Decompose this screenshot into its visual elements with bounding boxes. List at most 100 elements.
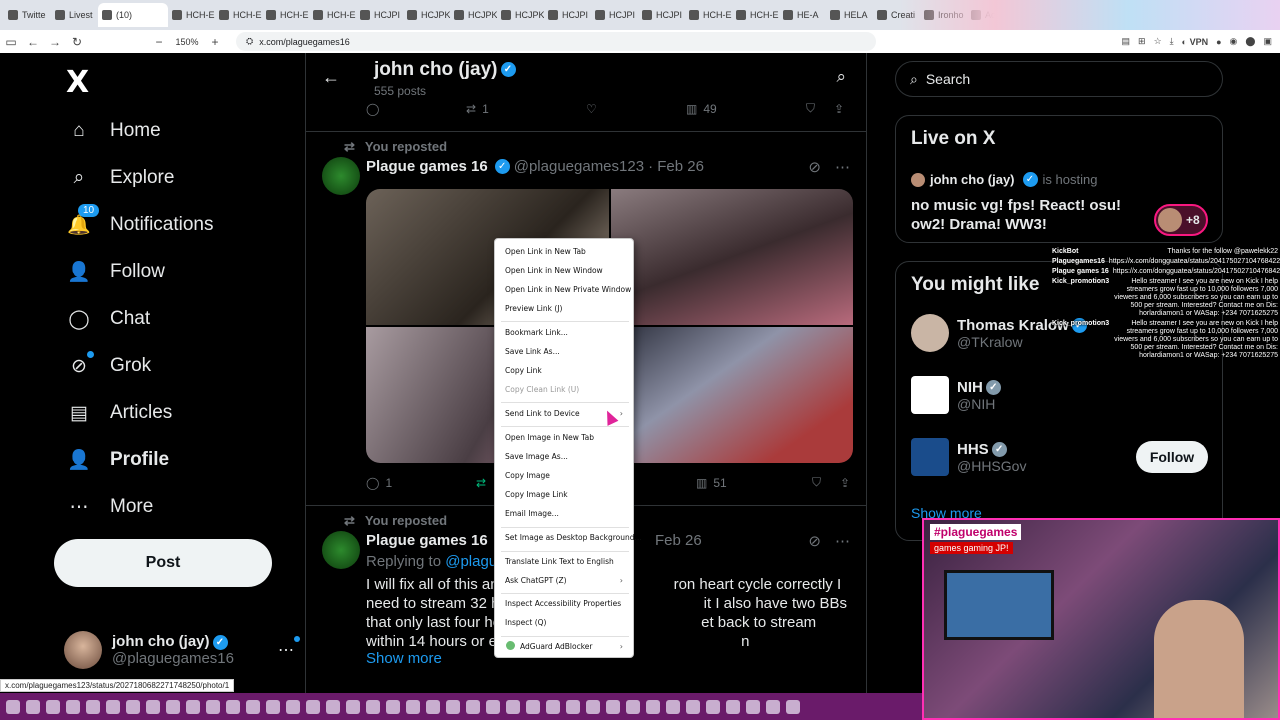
- download-icon[interactable]: ⤓: [1170, 36, 1174, 47]
- listener-avatars[interactable]: +8: [1154, 204, 1208, 236]
- taskbar-app-icon[interactable]: [466, 699, 480, 714]
- context-menu-item[interactable]: Email Image...: [505, 509, 559, 518]
- live-on-x-box[interactable]: Live on X john cho (jay) ✓ is hosting no …: [895, 115, 1223, 243]
- context-menu-item[interactable]: Send Link to Device: [505, 409, 580, 418]
- show-more-link[interactable]: Show more: [366, 650, 442, 667]
- more-dots-icon[interactable]: ⋯: [278, 636, 300, 660]
- context-menu-item[interactable]: Open Link in New Window: [505, 266, 603, 275]
- tweet-author-name[interactable]: Plague games 16: [366, 158, 488, 175]
- address-bar[interactable]: ⛭ x.com/plaguegames16: [236, 32, 876, 51]
- context-menu-item[interactable]: Set Image as Desktop Background...: [505, 533, 642, 542]
- taskbar-app-icon[interactable]: [566, 699, 580, 714]
- vpn-button[interactable]: ◐ VPN: [1182, 37, 1208, 47]
- follow-button[interactable]: Follow: [1136, 441, 1208, 473]
- bookmark-star-icon[interactable]: ☆: [1154, 36, 1162, 47]
- taskbar-app-icon[interactable]: [406, 699, 420, 714]
- bookmark-icon[interactable]: ⛉: [806, 101, 834, 116]
- taskbar-app-icon[interactable]: [446, 699, 460, 714]
- browser-tab[interactable]: HCJPI: [638, 3, 685, 27]
- browser-tab[interactable]: HE-A: [779, 3, 826, 27]
- tweet-date[interactable]: Feb 26: [655, 532, 702, 549]
- browser-tab[interactable]: HCH-E: [732, 3, 779, 27]
- context-menu-item[interactable]: Copy Link: [505, 366, 542, 375]
- share-icon[interactable]: ⇪: [834, 102, 844, 116]
- taskbar-app-icon[interactable]: [726, 699, 740, 714]
- taskbar-app-icon[interactable]: [686, 699, 700, 714]
- taskbar-app-icon[interactable]: [386, 699, 400, 714]
- taskbar-app-icon[interactable]: [206, 699, 220, 714]
- taskbar-app-icon[interactable]: [766, 699, 780, 714]
- extension-icon[interactable]: ⬤: [1245, 36, 1255, 47]
- taskbar-app-icon[interactable]: [6, 699, 20, 714]
- tweet-photo[interactable]: [610, 189, 853, 325]
- tweet-date[interactable]: · Feb 26: [648, 158, 704, 175]
- taskbar-app-icon[interactable]: [526, 699, 540, 714]
- taskbar-app-icon[interactable]: [106, 699, 120, 714]
- more-dots-icon[interactable]: ⋯: [835, 532, 850, 550]
- context-menu-item[interactable]: Open Link in New Tab: [505, 247, 586, 256]
- taskbar-app-icon[interactable]: [546, 699, 560, 714]
- repost-button[interactable]: ⇄ 1: [466, 102, 586, 116]
- taskbar-app-icon[interactable]: [326, 699, 340, 714]
- nav-item-follow[interactable]: 👤 Follow: [66, 252, 165, 292]
- taskbar-app-icon[interactable]: [486, 699, 500, 714]
- reply-icon[interactable]: ◯: [366, 102, 466, 116]
- taskbar-app-icon[interactable]: [666, 699, 680, 714]
- taskbar-app-icon[interactable]: [166, 699, 180, 714]
- context-menu-item[interactable]: Save Link As...: [505, 347, 560, 356]
- nav-item-home[interactable]: ⌂ Home: [66, 111, 160, 151]
- screenshot-icon[interactable]: ⊞: [1138, 36, 1146, 47]
- context-menu-item[interactable]: Open Link in New Private Window: [505, 285, 631, 294]
- browser-tab[interactable]: Addin: [967, 3, 1014, 27]
- account-switcher[interactable]: john cho (jay) ✓ @plaguegames16 ⋯: [64, 629, 300, 671]
- nav-item-explore[interactable]: ⌕ Explore: [66, 158, 175, 198]
- browser-tab[interactable]: HCH-E: [262, 3, 309, 27]
- suggestion-row[interactable]: NIH ✓ @NIH: [911, 376, 1001, 414]
- browser-tab[interactable]: HCJPI: [591, 3, 638, 27]
- browser-tab[interactable]: HCH-E: [168, 3, 215, 27]
- nav-item-articles[interactable]: ▤ Articles: [66, 393, 172, 433]
- taskbar-app-icon[interactable]: [506, 699, 520, 714]
- context-menu-item[interactable]: Ask ChatGPT (Z): [505, 576, 567, 585]
- reader-icon[interactable]: ▤: [1122, 36, 1131, 47]
- sidebar-toggle-icon[interactable]: ▭: [0, 35, 22, 49]
- taskbar-app-icon[interactable]: [306, 699, 320, 714]
- taskbar-app-icon[interactable]: [186, 699, 200, 714]
- context-menu-item[interactable]: Copy Image: [505, 471, 550, 480]
- taskbar-app-icon[interactable]: [86, 699, 100, 714]
- browser-tab[interactable]: Twitte: [4, 3, 51, 27]
- zoom-level[interactable]: 150%: [170, 37, 204, 47]
- taskbar-app-icon[interactable]: [626, 699, 640, 714]
- reload-icon[interactable]: ↻: [66, 35, 88, 49]
- taskbar-app-icon[interactable]: [646, 699, 660, 714]
- tweet-author-handle[interactable]: @plaguegames123: [514, 158, 644, 175]
- back-icon[interactable]: ←: [22, 35, 44, 49]
- taskbar-app-icon[interactable]: [146, 699, 160, 714]
- browser-tab[interactable]: HCH-E: [215, 3, 262, 27]
- context-menu-item[interactable]: Inspect (Q): [505, 618, 546, 627]
- suggestion-row[interactable]: HHS ✓ @HHSGov: [911, 438, 1026, 476]
- browser-tab[interactable]: HELA: [826, 3, 873, 27]
- zoom-out-icon[interactable]: −: [148, 35, 170, 49]
- reply-button[interactable]: ◯ 1: [366, 476, 476, 490]
- nav-item-more[interactable]: ⋯ More: [66, 487, 154, 527]
- browser-tab[interactable]: HCH-E: [309, 3, 356, 27]
- post-button[interactable]: Post: [54, 539, 272, 587]
- like-icon[interactable]: ♡: [586, 102, 686, 116]
- context-menu-item[interactable]: Save Image As...: [505, 452, 568, 461]
- extension-icon[interactable]: ◉: [1230, 36, 1238, 47]
- taskbar-app-icon[interactable]: [346, 699, 360, 714]
- context-menu-item[interactable]: Inspect Accessibility Properties: [505, 599, 621, 608]
- context-menu-item[interactable]: Bookmark Link...: [505, 328, 568, 337]
- browser-tab[interactable]: Creati: [873, 3, 920, 27]
- taskbar-app-icon[interactable]: [706, 699, 720, 714]
- context-menu-item[interactable]: AdGuard AdBlocker: [520, 642, 593, 651]
- nav-item-chat[interactable]: ◯ Chat: [66, 299, 150, 339]
- x-logo[interactable]: X: [66, 65, 89, 100]
- avatar[interactable]: [322, 531, 360, 569]
- context-menu-item[interactable]: Copy Image Link: [505, 490, 568, 499]
- nav-item-profile[interactable]: 👤 Profile: [66, 440, 169, 480]
- search-input[interactable]: ⌕ Search: [895, 61, 1223, 97]
- browser-tab[interactable]: Livest: [51, 3, 98, 27]
- context-menu-item[interactable]: Translate Link Text to English: [505, 557, 614, 566]
